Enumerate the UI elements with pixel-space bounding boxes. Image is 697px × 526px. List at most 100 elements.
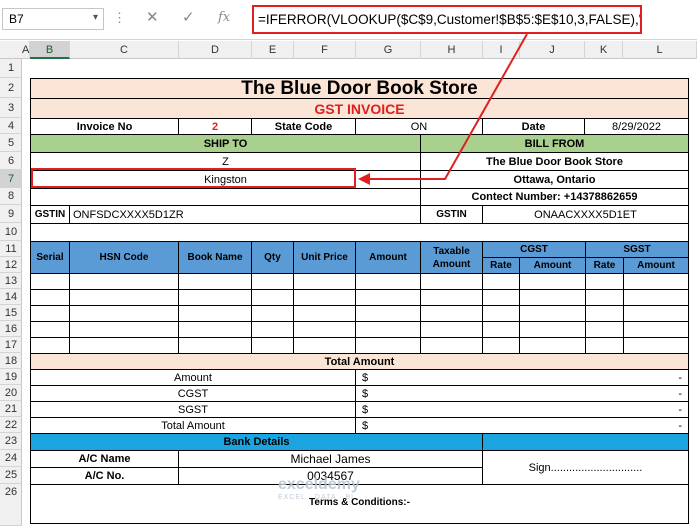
item-cell[interactable]	[251, 305, 294, 322]
bill-city[interactable]: Ottawa, Ontario	[420, 170, 689, 189]
row-header[interactable]: 2	[0, 78, 22, 98]
item-cell[interactable]	[355, 337, 421, 354]
row-header[interactable]: 9	[0, 205, 22, 223]
row-header[interactable]: 18	[0, 353, 22, 369]
worksheet-grid[interactable]: The Blue Door Book Store GST INVOICE Inv…	[22, 59, 697, 526]
row-header[interactable]: 14	[0, 289, 22, 305]
row-header[interactable]: 12	[0, 257, 22, 273]
column-header[interactable]: I	[483, 41, 520, 59]
item-cell[interactable]	[251, 321, 294, 338]
item-cell[interactable]	[482, 289, 520, 306]
row-header[interactable]: 15	[0, 305, 22, 321]
enter-icon[interactable]: ✓	[182, 8, 195, 26]
ac-name-value[interactable]: Michael James	[178, 450, 483, 468]
item-cell[interactable]	[30, 337, 70, 354]
row-header[interactable]: 11	[0, 241, 22, 257]
col-cgst[interactable]: CGST	[482, 241, 586, 258]
item-cell[interactable]	[251, 337, 294, 354]
totals-label[interactable]: SGST	[30, 401, 356, 418]
item-cell[interactable]	[251, 289, 294, 306]
item-cell[interactable]	[482, 337, 520, 354]
item-cell[interactable]	[519, 289, 586, 306]
item-cell[interactable]	[420, 305, 483, 322]
insert-function-icon[interactable]: fx	[218, 10, 230, 25]
col-book-name[interactable]: Book Name	[178, 241, 252, 274]
col-hsn[interactable]: HSN Code	[69, 241, 179, 274]
totals-value[interactable]: $ -	[355, 369, 689, 386]
item-cell[interactable]	[585, 337, 624, 354]
column-header[interactable]: K	[585, 41, 623, 59]
row-header[interactable]: 23	[0, 433, 22, 450]
item-cell[interactable]	[420, 321, 483, 338]
item-cell[interactable]	[420, 289, 483, 306]
formula-input[interactable]: =IFERROR(VLOOKUP($C$9,Customer!$B$5:$E$1…	[252, 5, 642, 34]
item-cell[interactable]	[482, 305, 520, 322]
ship-gstin-label[interactable]: GSTIN	[30, 205, 70, 224]
col-cgst-amount[interactable]: Amount	[519, 257, 586, 274]
row-header[interactable]: 13	[0, 273, 22, 289]
row-header[interactable]: 17	[0, 337, 22, 353]
row-header[interactable]: 22	[0, 417, 22, 433]
ac-name-label[interactable]: A/C Name	[30, 450, 179, 468]
sign-header-blank[interactable]	[482, 433, 689, 451]
name-box[interactable]: B7 ▾	[2, 8, 104, 30]
row-header[interactable]: 21	[0, 401, 22, 417]
totals-label[interactable]: CGST	[30, 385, 356, 402]
row-header[interactable]: 16	[0, 321, 22, 337]
item-cell[interactable]	[30, 305, 70, 322]
item-cell[interactable]	[623, 321, 689, 338]
totals-value[interactable]: $ -	[355, 385, 689, 402]
bill-contact[interactable]: Contect Number: +14378862659	[420, 188, 689, 206]
col-sgst-rate[interactable]: Rate	[585, 257, 624, 274]
item-cell[interactable]	[482, 273, 520, 290]
item-cell[interactable]	[178, 337, 252, 354]
col-taxable-amount[interactable]: Taxable Amount	[420, 241, 483, 274]
item-cell[interactable]	[178, 305, 252, 322]
column-header[interactable]: F	[294, 41, 356, 59]
date-value[interactable]: 8/29/2022	[584, 118, 689, 135]
col-sgst-amount[interactable]: Amount	[623, 257, 689, 274]
column-header[interactable]: B	[30, 41, 70, 59]
item-cell[interactable]	[30, 321, 70, 338]
bill-name[interactable]: The Blue Door Book Store	[420, 152, 689, 171]
item-cell[interactable]	[69, 273, 179, 290]
item-cell[interactable]	[585, 289, 624, 306]
column-header[interactable]: C	[70, 41, 179, 59]
item-cell[interactable]	[585, 321, 624, 338]
column-header[interactable]: D	[179, 41, 252, 59]
invoice-title[interactable]: GST INVOICE	[30, 98, 689, 119]
totals-value[interactable]: $ -	[355, 401, 689, 418]
total-amount-header[interactable]: Total Amount	[30, 353, 689, 370]
item-cell[interactable]	[623, 273, 689, 290]
totals-label[interactable]: Amount	[30, 369, 356, 386]
row-header[interactable]: 20	[0, 385, 22, 401]
ship-gstin-value[interactable]: ONFSDCXXXX5D1ZR	[69, 205, 421, 224]
item-cell[interactable]	[585, 273, 624, 290]
column-header[interactable]: E	[252, 41, 294, 59]
item-cell[interactable]	[30, 289, 70, 306]
bank-details-header[interactable]: Bank Details	[30, 433, 483, 451]
row-header[interactable]: 5	[0, 134, 22, 152]
item-cell[interactable]	[623, 289, 689, 306]
item-cell[interactable]	[519, 321, 586, 338]
item-cell[interactable]	[69, 321, 179, 338]
sign-field[interactable]: Sign..............................	[482, 450, 689, 485]
row-header[interactable]: 26	[0, 484, 22, 526]
bill-from-header[interactable]: BILL FROM	[420, 134, 689, 153]
item-cell[interactable]	[178, 289, 252, 306]
column-header[interactable]: L	[623, 41, 697, 59]
item-cell[interactable]	[178, 273, 252, 290]
item-cell[interactable]	[293, 337, 356, 354]
item-cell[interactable]	[355, 273, 421, 290]
row-header[interactable]: 8	[0, 188, 22, 205]
row-header[interactable]: 3	[0, 98, 22, 118]
item-cell[interactable]	[420, 337, 483, 354]
invoice-no-label[interactable]: Invoice No	[30, 118, 179, 135]
cancel-icon[interactable]: ✕	[146, 8, 159, 26]
col-amount[interactable]: Amount	[355, 241, 421, 274]
row-header[interactable]: 7	[0, 170, 22, 188]
ship-to-header[interactable]: SHIP TO	[30, 134, 421, 153]
date-label[interactable]: Date	[482, 118, 585, 135]
item-cell[interactable]	[585, 305, 624, 322]
ac-no-label[interactable]: A/C No.	[30, 467, 179, 485]
